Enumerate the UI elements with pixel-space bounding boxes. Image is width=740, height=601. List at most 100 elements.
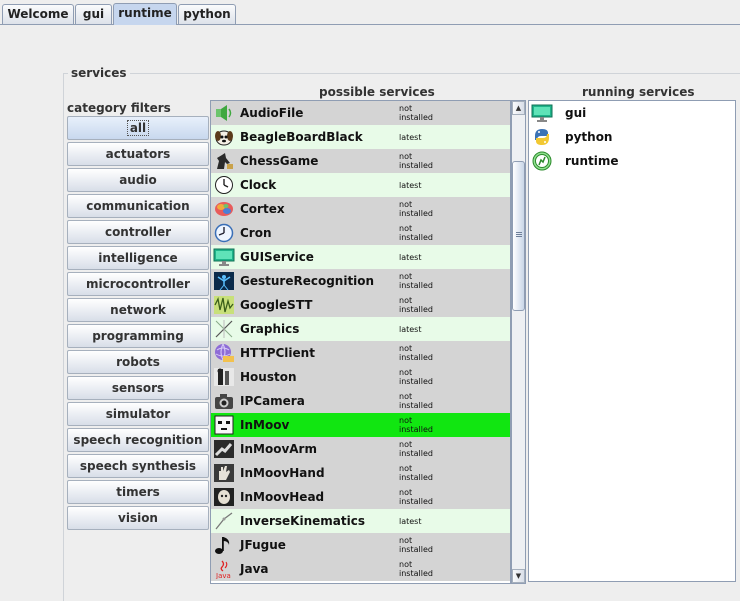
filter-robots-button[interactable]: robots (67, 350, 209, 374)
service-name: Houston (240, 370, 297, 384)
service-name: InMoovArm (240, 442, 317, 456)
monitor-icon (213, 247, 235, 267)
music-note-icon (213, 535, 235, 555)
beagle-icon (213, 127, 235, 147)
service-row[interactable]: GestureRecognition not installed (211, 269, 510, 293)
service-row[interactable]: InMoovHand not installed (211, 461, 510, 485)
filter-simulator-button[interactable]: simulator (67, 402, 209, 426)
running-service-row[interactable]: runtime (529, 149, 735, 173)
service-status: not installed (399, 104, 433, 122)
service-row[interactable]: BeagleBoardBlack latest (211, 125, 510, 149)
services-group-title: services (68, 66, 130, 80)
tab-strip: Welcome gui runtime python (0, 0, 740, 26)
service-row[interactable]: ChessGame not installed (211, 149, 510, 173)
inmoov-face-icon (213, 415, 235, 435)
service-row[interactable]: InMoovHead not installed (211, 485, 510, 509)
scroll-down-button[interactable]: ▼ (512, 569, 525, 583)
running-services-list[interactable]: gui python runtime (528, 100, 736, 582)
running-service-name: gui (565, 106, 587, 120)
filter-speech-recognition-button[interactable]: speech recognition (67, 428, 209, 452)
service-row[interactable]: Java Java not installed (211, 557, 510, 581)
filter-programming-button[interactable]: programming (67, 324, 209, 348)
service-status: not installed (399, 536, 433, 554)
gesture-icon (213, 271, 235, 291)
filter-microcontroller-button[interactable]: microcontroller (67, 272, 209, 296)
tab-runtime[interactable]: runtime (113, 3, 177, 25)
possible-services-scrollbar[interactable]: ▲ ▼ (511, 100, 526, 584)
service-status: not installed (399, 560, 433, 578)
filter-all-button[interactable]: all (67, 116, 209, 140)
service-status: not installed (399, 392, 433, 410)
tab-gui[interactable]: gui (75, 4, 112, 24)
service-status: not installed (399, 488, 433, 506)
service-row[interactable]: InverseKinematics latest (211, 509, 510, 533)
filter-network-button[interactable]: network (67, 298, 209, 322)
service-status: not installed (399, 440, 433, 458)
scroll-grip-icon (516, 232, 522, 233)
scroll-up-button[interactable]: ▲ (512, 101, 525, 115)
service-name: ChessGame (240, 154, 319, 168)
service-name: GUIService (240, 250, 314, 264)
service-name: GestureRecognition (240, 274, 375, 288)
service-name: InMoovHand (240, 466, 325, 480)
service-row[interactable]: Clock latest (211, 173, 510, 197)
filter-vision-button[interactable]: vision (67, 506, 209, 530)
filter-intelligence-button[interactable]: intelligence (67, 246, 209, 270)
camera-icon (213, 391, 235, 411)
service-status: not installed (399, 200, 433, 218)
clock-icon (213, 175, 235, 195)
possible-services-header: possible services (319, 85, 435, 99)
head-icon (213, 487, 235, 507)
service-name: Clock (240, 178, 277, 192)
service-row[interactable]: GUIService latest (211, 245, 510, 269)
globe-icon (213, 343, 235, 363)
service-row[interactable]: InMoov not installed (211, 413, 510, 437)
service-status: not installed (399, 344, 433, 362)
filter-timers-button[interactable]: timers (67, 480, 209, 504)
scroll-thumb[interactable] (512, 161, 525, 311)
tab-python[interactable]: python (178, 4, 236, 24)
filter-label: all (126, 120, 150, 136)
service-name: InMoovHead (240, 490, 325, 504)
filter-audio-button[interactable]: audio (67, 168, 209, 192)
service-status: not installed (399, 464, 433, 482)
service-name: BeagleBoardBlack (240, 130, 363, 144)
service-name: InverseKinematics (240, 514, 365, 528)
service-row[interactable]: AudioFile not installed (211, 101, 510, 125)
service-row[interactable]: HTTPClient not installed (211, 341, 510, 365)
filter-speech-synthesis-button[interactable]: speech synthesis (67, 454, 209, 478)
running-service-name: runtime (565, 154, 619, 168)
service-status: not installed (399, 272, 433, 290)
cron-clock-icon (213, 223, 235, 243)
service-row[interactable]: Houston not installed (211, 365, 510, 389)
service-name: Java (240, 562, 269, 576)
filter-sensors-button[interactable]: sensors (67, 376, 209, 400)
tab-welcome[interactable]: Welcome (2, 4, 74, 24)
houston-icon (213, 367, 235, 387)
service-row[interactable]: IPCamera not installed (211, 389, 510, 413)
service-name: AudioFile (240, 106, 304, 120)
possible-services-list[interactable]: AudioFile not installed BeagleBoardBlack la… (210, 100, 511, 584)
waveform-icon (213, 295, 235, 315)
monitor-icon (531, 103, 553, 123)
service-status: latest (399, 133, 422, 142)
runtime-icon (531, 151, 553, 171)
service-row[interactable]: JFugue not installed (211, 533, 510, 557)
kinematics-icon (213, 511, 235, 531)
running-service-row[interactable]: gui (529, 101, 735, 125)
filter-actuators-button[interactable]: actuators (67, 142, 209, 166)
running-service-row[interactable]: python (529, 125, 735, 149)
service-row[interactable]: Cron not installed (211, 221, 510, 245)
service-status: latest (399, 325, 422, 334)
service-row[interactable]: InMoovArm not installed (211, 437, 510, 461)
filter-communication-button[interactable]: communication (67, 194, 209, 218)
service-name: HTTPClient (240, 346, 315, 360)
service-name: IPCamera (240, 394, 305, 408)
brain-icon (213, 199, 235, 219)
service-row[interactable]: Cortex not installed (211, 197, 510, 221)
service-name: Cortex (240, 202, 285, 216)
service-row[interactable]: GoogleSTT not installed (211, 293, 510, 317)
service-row[interactable]: Graphics latest (211, 317, 510, 341)
category-filter-list: all actuators audio communication contro… (67, 116, 209, 532)
filter-controller-button[interactable]: controller (67, 220, 209, 244)
